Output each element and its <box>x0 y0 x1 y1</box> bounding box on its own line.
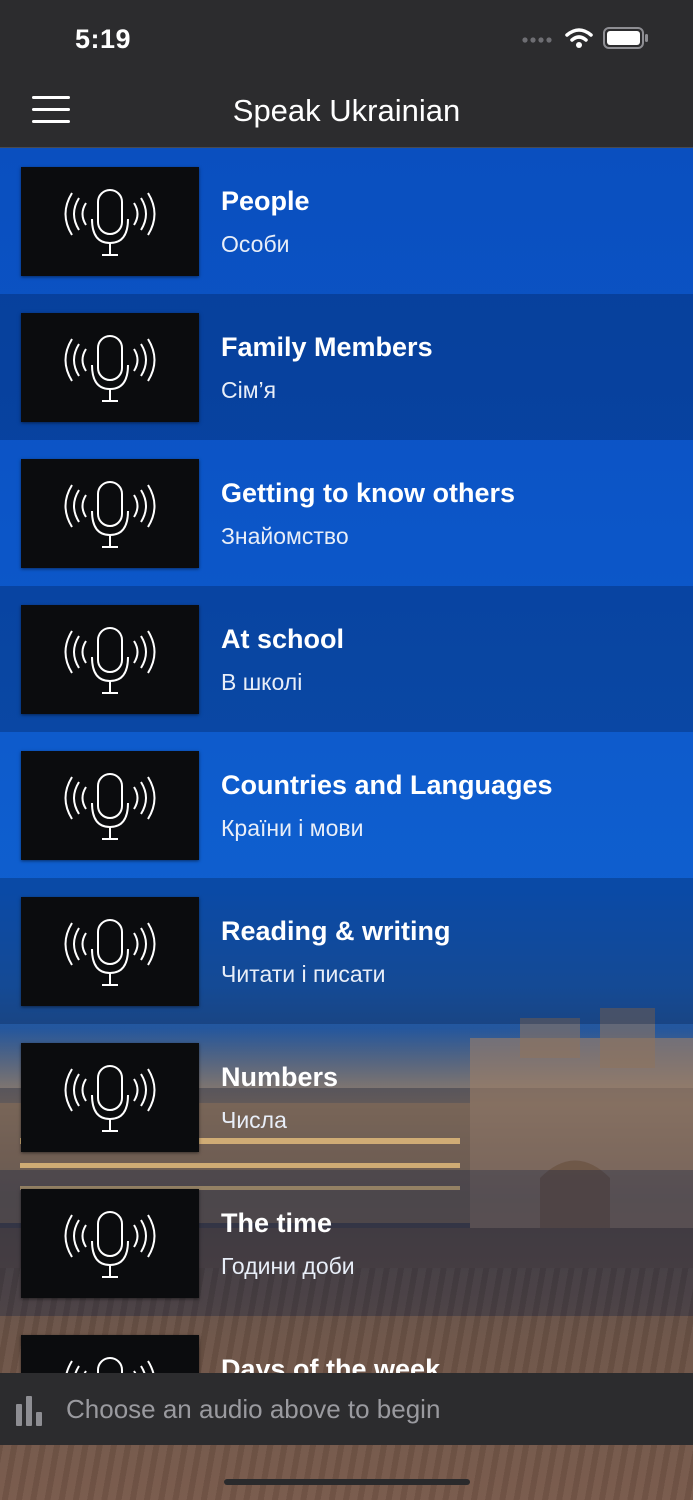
status-bar: 5:19 <box>0 0 693 76</box>
topic-title: The time <box>221 1208 333 1238</box>
audio-player-bar[interactable]: Choose an audio above to begin <box>0 1373 693 1445</box>
microphone-icon <box>21 313 199 422</box>
wifi-icon <box>565 28 593 48</box>
microphone-icon <box>21 459 199 568</box>
topic-title: Reading & writing <box>221 916 451 946</box>
topic-title: Getting to know others <box>221 478 515 508</box>
topic-title: Days of the week <box>221 1354 441 1373</box>
microphone-icon <box>21 751 199 860</box>
microphone-icon <box>21 1043 199 1152</box>
topic-row[interactable]: Family Members Сім’я <box>0 294 693 440</box>
microphone-icon <box>21 167 199 276</box>
player-status-text: Choose an audio above to begin <box>66 1393 441 1424</box>
page-title: Speak Ukrainian <box>232 93 461 128</box>
topic-row[interactable]: Reading & writing Читати і писати <box>0 878 693 1024</box>
navigation-bar: Speak Ukrainian <box>0 76 693 148</box>
status-time: 5:19 <box>75 24 132 54</box>
topic-row[interactable]: Numbers Числа <box>0 1024 693 1170</box>
topic-subtitle: Читати і писати <box>221 961 386 987</box>
topic-title: Numbers <box>221 1062 339 1092</box>
topic-subtitle: Особи <box>221 231 290 257</box>
topic-subtitle: Години доби <box>221 1253 355 1279</box>
home-indicator[interactable] <box>224 1479 470 1485</box>
topic-row[interactable]: Days of the week <box>0 1316 693 1373</box>
microphone-icon <box>21 1335 199 1373</box>
topic-subtitle: Знайомство <box>221 523 349 549</box>
topic-subtitle: Сім’я <box>221 377 277 403</box>
topic-title: At school <box>221 624 345 654</box>
topic-row[interactable]: The time Години доби <box>0 1170 693 1316</box>
battery-icon <box>603 27 648 49</box>
topic-subtitle: В школі <box>221 669 303 695</box>
topic-row[interactable]: People Особи <box>0 148 693 294</box>
topic-row[interactable]: Getting to know others Знайомство <box>0 440 693 586</box>
topic-title: Family Members <box>221 332 433 362</box>
status-icons <box>521 26 649 50</box>
microphone-icon <box>21 605 199 714</box>
topic-row[interactable]: At school В школі <box>0 586 693 732</box>
topic-subtitle: Країни і мови <box>221 815 364 841</box>
topic-title: Countries and Languages <box>221 770 553 800</box>
microphone-icon <box>21 1189 199 1298</box>
topic-row[interactable]: Countries and Languages Країни і мови <box>0 732 693 878</box>
topic-subtitle: Числа <box>221 1107 287 1133</box>
cellular-signal-icon <box>522 37 552 43</box>
topic-title: People <box>221 186 310 216</box>
microphone-icon <box>21 897 199 1006</box>
audio-bars-icon <box>16 1392 50 1426</box>
topic-list[interactable]: People Особи Family Members Сім’я Getting to… <box>0 148 693 1373</box>
